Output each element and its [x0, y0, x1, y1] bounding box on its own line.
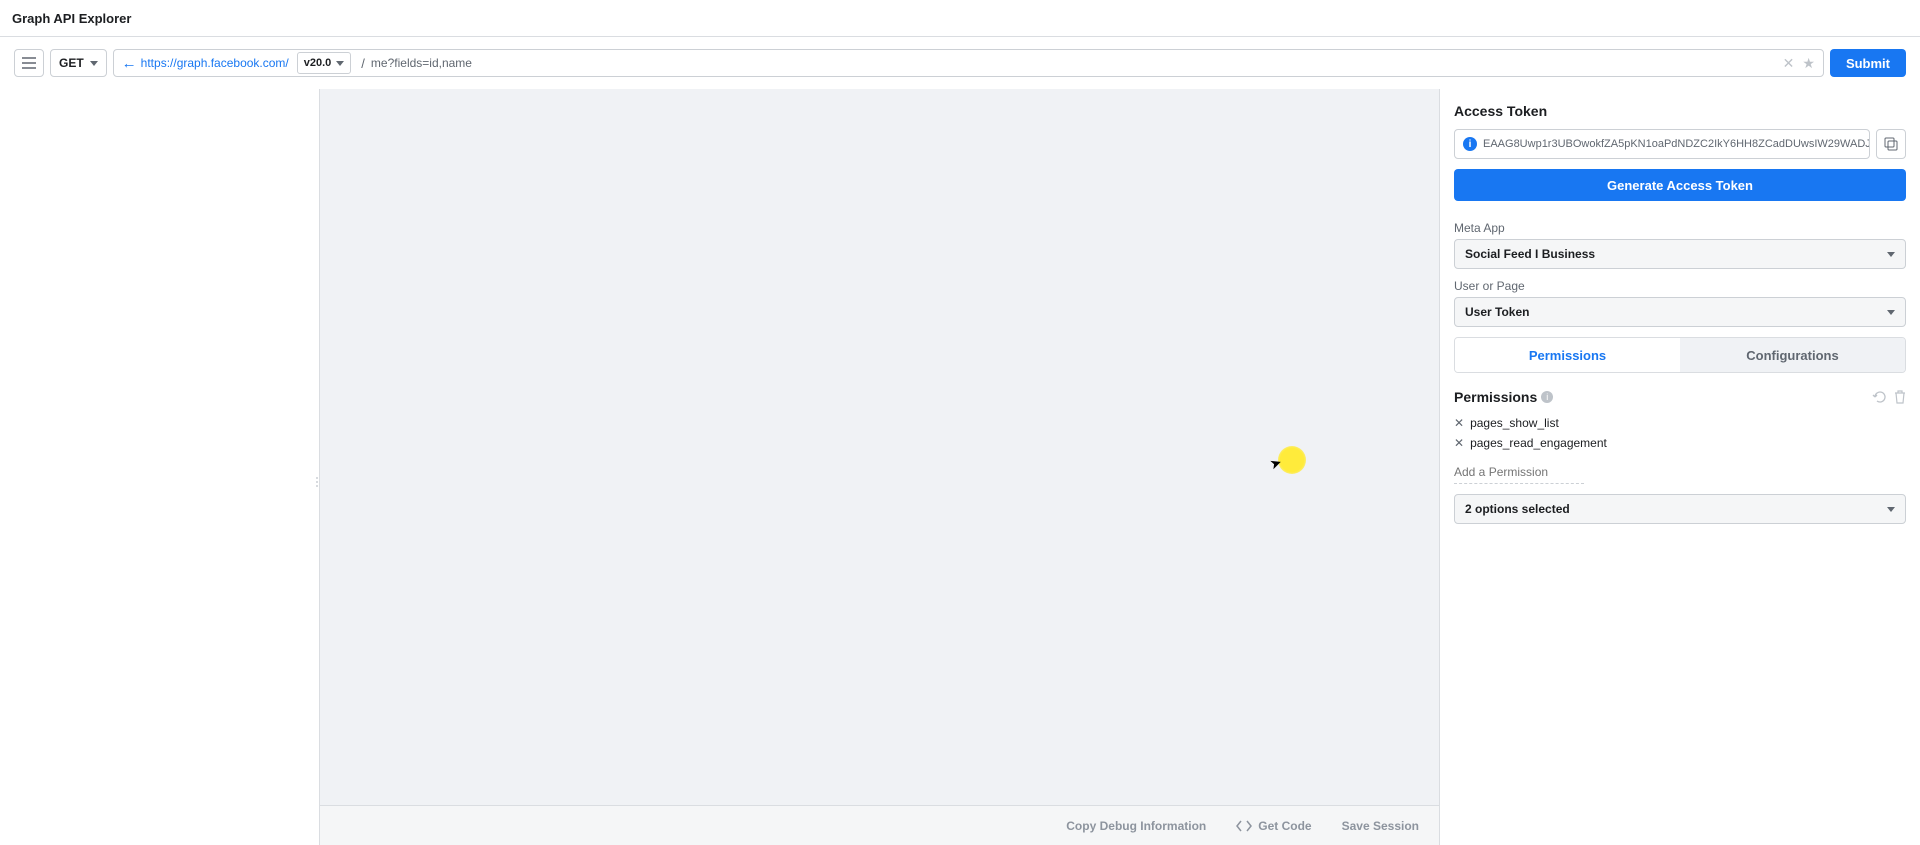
caret-down-icon: [336, 61, 344, 66]
permissions-options-select[interactable]: 2 options selected: [1454, 494, 1906, 524]
caret-down-icon: [90, 61, 98, 66]
permission-item: ✕ pages_show_list: [1454, 413, 1906, 433]
user-or-page-value: User Token: [1465, 305, 1529, 319]
access-token-value: EAAG8Uwp1r3UBOwokfZA5pKN1oaPdNDZC2IkY6HH…: [1483, 138, 1870, 150]
remove-permission-icon[interactable]: ✕: [1454, 416, 1464, 430]
path-separator: /: [361, 56, 365, 71]
http-method-select[interactable]: GET: [50, 49, 107, 77]
caret-down-icon: [1887, 507, 1895, 512]
hamburger-icon: [22, 57, 36, 69]
permission-name: pages_show_list: [1470, 416, 1559, 430]
right-tabs: Permissions Configurations: [1454, 337, 1906, 373]
copy-icon: [1884, 137, 1898, 151]
request-url-bar[interactable]: ← https://graph.facebook.com/ v20.0 / me…: [113, 49, 1824, 77]
tab-configurations[interactable]: Configurations: [1680, 338, 1905, 372]
user-or-page-label: User or Page: [1454, 279, 1906, 293]
user-or-page-select[interactable]: User Token: [1454, 297, 1906, 327]
info-icon[interactable]: i: [1541, 391, 1553, 403]
meta-app-value: Social Feed I Business: [1465, 247, 1595, 261]
star-icon[interactable]: ★: [1802, 55, 1815, 72]
left-panel: [0, 89, 320, 845]
access-token-title: Access Token: [1454, 103, 1906, 119]
remove-permission-icon[interactable]: ✕: [1454, 436, 1464, 450]
meta-app-select[interactable]: Social Feed I Business: [1454, 239, 1906, 269]
add-permission-input[interactable]: [1454, 461, 1584, 484]
generate-token-button[interactable]: Generate Access Token: [1454, 169, 1906, 201]
api-version-value: v20.0: [304, 57, 332, 69]
permissions-title: Permissions: [1454, 389, 1537, 405]
permission-name: pages_read_engagement: [1470, 436, 1607, 450]
permission-item: ✕ pages_read_engagement: [1454, 433, 1906, 453]
info-icon[interactable]: i: [1463, 137, 1477, 151]
response-body: [320, 89, 1439, 805]
trash-icon[interactable]: [1894, 390, 1906, 404]
get-code-label: Get Code: [1258, 819, 1311, 833]
toolbar: GET ← https://graph.facebook.com/ v20.0 …: [0, 37, 1920, 89]
submit-button[interactable]: Submit: [1830, 49, 1906, 77]
menu-button[interactable]: [14, 49, 44, 77]
meta-app-label: Meta App: [1454, 221, 1906, 235]
clear-icon[interactable]: ✕: [1783, 55, 1795, 72]
main-area: Copy Debug Information Get Code Save Ses…: [0, 89, 1920, 845]
undo-icon[interactable]: [1872, 390, 1886, 404]
response-panel: Copy Debug Information Get Code Save Ses…: [320, 89, 1440, 845]
http-method-value: GET: [59, 56, 84, 70]
copy-token-button[interactable]: [1876, 129, 1906, 159]
get-code-button[interactable]: Get Code: [1236, 819, 1311, 833]
right-panel: Access Token i EAAG8Uwp1r3UBOwokfZA5pKN1…: [1440, 89, 1920, 845]
options-selected-label: 2 options selected: [1465, 502, 1570, 516]
query-path[interactable]: me?fields=id,name: [371, 56, 472, 70]
access-token-field[interactable]: i EAAG8Uwp1r3UBOwokfZA5pKN1oaPdNDZC2IkY6…: [1454, 129, 1870, 159]
back-arrow-icon[interactable]: ←: [122, 55, 137, 72]
caret-down-icon: [1887, 310, 1895, 315]
save-session-button[interactable]: Save Session: [1342, 819, 1419, 833]
tab-permissions[interactable]: Permissions: [1455, 338, 1680, 372]
code-icon: [1236, 820, 1252, 832]
header: Graph API Explorer: [0, 0, 1920, 37]
base-url: https://graph.facebook.com/: [141, 56, 289, 70]
api-version-select[interactable]: v20.0: [297, 52, 352, 74]
caret-down-icon: [1887, 252, 1895, 257]
page-title: Graph API Explorer: [12, 11, 131, 26]
copy-debug-button[interactable]: Copy Debug Information: [1066, 819, 1206, 833]
response-footer: Copy Debug Information Get Code Save Ses…: [320, 805, 1439, 845]
